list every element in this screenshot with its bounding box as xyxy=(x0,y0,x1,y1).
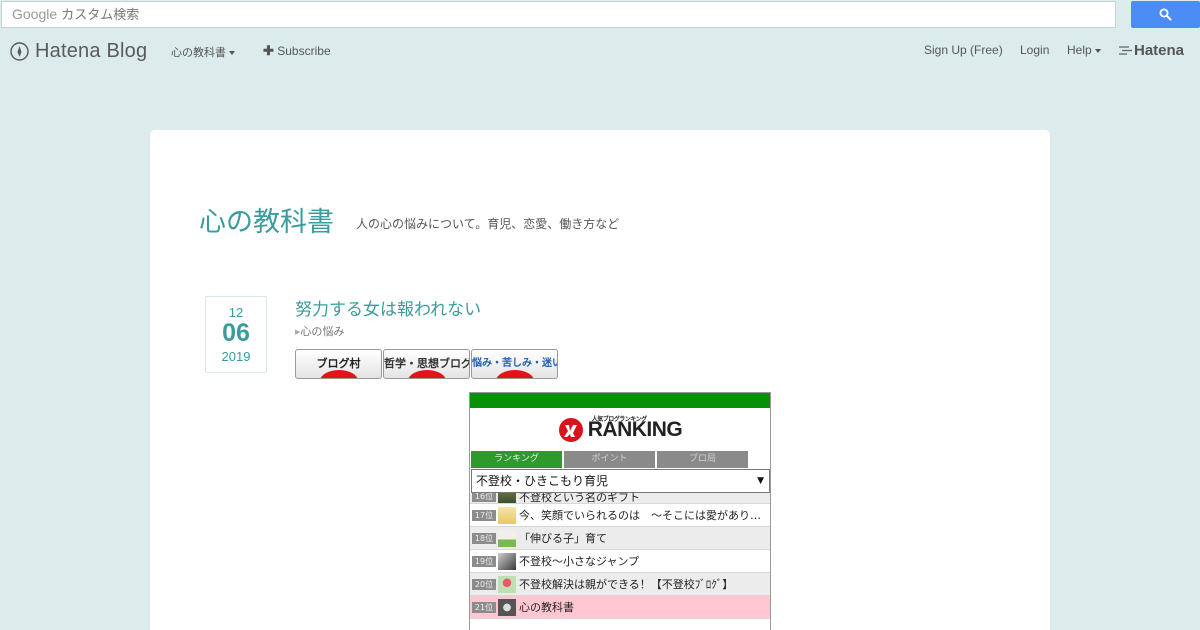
signup-link[interactable]: Sign Up (Free) xyxy=(924,43,1003,57)
blog-name: 心の教科書 xyxy=(519,601,574,614)
brand-text: Hatena Blog xyxy=(35,40,148,62)
help-label: Help xyxy=(1067,43,1092,57)
list-item[interactable]: 20位 不登校解決は親ができる！【不登校ﾌﾞﾛｸﾞ】 xyxy=(470,573,770,596)
blog-thumbnail xyxy=(498,575,516,593)
entry-category-label: 心の悩み xyxy=(300,325,345,338)
hatena-logo-text: Hatena xyxy=(1134,42,1185,59)
rank-badge: 19位 xyxy=(472,555,496,567)
philosophy-blog-banner[interactable]: 哲学・思想ブログ xyxy=(383,349,470,379)
tab-points[interactable]: ポイント xyxy=(564,451,655,468)
ranking-crown-icon xyxy=(558,417,583,442)
entry-date-month: 12 xyxy=(228,305,244,320)
tab-pro[interactable]: プロ局 xyxy=(657,451,748,468)
blog-name: 不登校〜小さなジャンプ xyxy=(519,555,640,568)
hatena-blog-logo[interactable]: Hatena Blog xyxy=(10,40,147,63)
list-item[interactable]: 16位 不登校という名のギフト xyxy=(470,493,770,504)
ranking-category-value: 不登校・ひきこもり育児 xyxy=(476,474,609,488)
worries-blog-banner[interactable]: 悩み・苦しみ・迷い xyxy=(471,349,558,379)
global-header: Hatena Blog 心の教科書 ✚ Subscribe Sign Up (F… xyxy=(0,30,1200,72)
entry-title[interactable]: 努力する女は報われない xyxy=(295,295,481,320)
worries-banner-label: 悩み・苦しみ・迷い xyxy=(472,358,558,369)
search-button[interactable] xyxy=(1131,1,1200,28)
google-custom-search: Google カスタム検索 xyxy=(0,0,1200,30)
tab-ranking[interactable]: ランキング xyxy=(471,451,562,468)
blog-menu[interactable]: 心の教科書 xyxy=(171,44,235,60)
ranking-list: 16位 不登校という名のギフト 17位 今、笑顔でいられるのは 〜そこには愛があ… xyxy=(470,493,770,630)
ranking-logo-small-text: 人気ブログランキング xyxy=(591,416,647,423)
ranking-tabs: ランキング ポイント プロ局 xyxy=(470,451,770,469)
hatena-wind-icon xyxy=(1119,46,1132,55)
blog-thumbnail xyxy=(498,529,516,547)
chevron-down-icon: ▼ xyxy=(757,476,764,486)
blog-name: 今、笑顔でいられるのは 〜そこには愛がありました〜 xyxy=(519,509,765,522)
blogmura-banner-label: ブログ村 xyxy=(316,357,361,370)
philosophy-banner-label: 哲学・思想ブログ xyxy=(384,357,470,370)
subscribe-label: Subscribe xyxy=(277,44,331,58)
rank-badge: 20位 xyxy=(472,578,496,590)
entry-date-day: 06 xyxy=(222,319,250,347)
blog-village-banners: ブログ村 哲学・思想ブログ 悩み・苦しみ・迷い xyxy=(295,349,558,379)
login-link[interactable]: Login xyxy=(1020,43,1049,57)
blog-name: 「伸びる子」育て xyxy=(519,532,607,545)
rank-badge: 18位 xyxy=(472,532,496,544)
list-item[interactable]: 21位 心の教科書 xyxy=(470,596,770,619)
hatena-blog-pen-icon xyxy=(10,42,29,61)
ranking-logo[interactable]: 人気ブログランキング RANKING xyxy=(470,408,770,451)
search-input[interactable]: Google カスタム検索 xyxy=(1,1,1116,28)
plus-icon: ✚ xyxy=(263,43,274,58)
blog-ranking-widget: 人気ブログランキング RANKING ランキング ポイント プロ局 不登校・ひき… xyxy=(469,392,771,630)
rank-badge: 21位 xyxy=(472,601,496,613)
entry-date-year: 2019 xyxy=(221,349,251,364)
hatena-logo[interactable]: Hatena xyxy=(1118,42,1184,59)
blog-thumbnail xyxy=(498,493,516,503)
help-menu[interactable]: Help xyxy=(1067,43,1101,57)
entry-date[interactable]: 12 06 2019 xyxy=(205,296,267,373)
blog-container: 心の教科書 人の心の悩みについて。育児、恋愛、働き方など 12 06 2019 … xyxy=(150,130,1050,630)
list-item[interactable]: 19位 不登校〜小さなジャンプ xyxy=(470,550,770,573)
entry-category[interactable]: ▶心の悩み xyxy=(295,323,344,339)
blog-description: 人の心の悩みについて。育児、恋愛、働き方など xyxy=(356,217,620,231)
chevron-down-icon xyxy=(229,51,235,55)
blog-thumbnail xyxy=(498,506,516,524)
blog-thumbnail xyxy=(498,552,516,570)
chevron-down-icon xyxy=(1094,48,1101,53)
rank-badge: 16位 xyxy=(472,493,496,502)
ranking-top-bar xyxy=(470,393,770,408)
subscribe-button[interactable]: ✚ Subscribe xyxy=(263,43,331,59)
blog-thumbnail xyxy=(498,598,516,616)
blog-title[interactable]: 心の教科書 xyxy=(199,200,334,239)
rank-badge: 17位 xyxy=(472,509,496,521)
blog-menu-label: 心の教科書 xyxy=(171,46,226,59)
search-placeholder: カスタム検索 xyxy=(61,8,140,23)
ranking-logo-text: 人気ブログランキング RANKING xyxy=(588,417,683,442)
ranking-category-select[interactable]: 不登校・ひきこもり育児 ▼ xyxy=(471,469,770,493)
list-item[interactable]: 18位 「伸びる子」育て xyxy=(470,527,770,550)
list-item[interactable]: 17位 今、笑顔でいられるのは 〜そこには愛がありました〜 xyxy=(470,504,770,527)
search-icon xyxy=(1159,8,1172,21)
blog-name: 不登校という名のギフト xyxy=(519,493,640,504)
search-google-label: Google xyxy=(12,6,58,22)
blog-name: 不登校解決は親ができる！【不登校ﾌﾞﾛｸﾞ】 xyxy=(519,578,734,591)
blogmura-banner[interactable]: ブログ村 xyxy=(295,349,382,379)
